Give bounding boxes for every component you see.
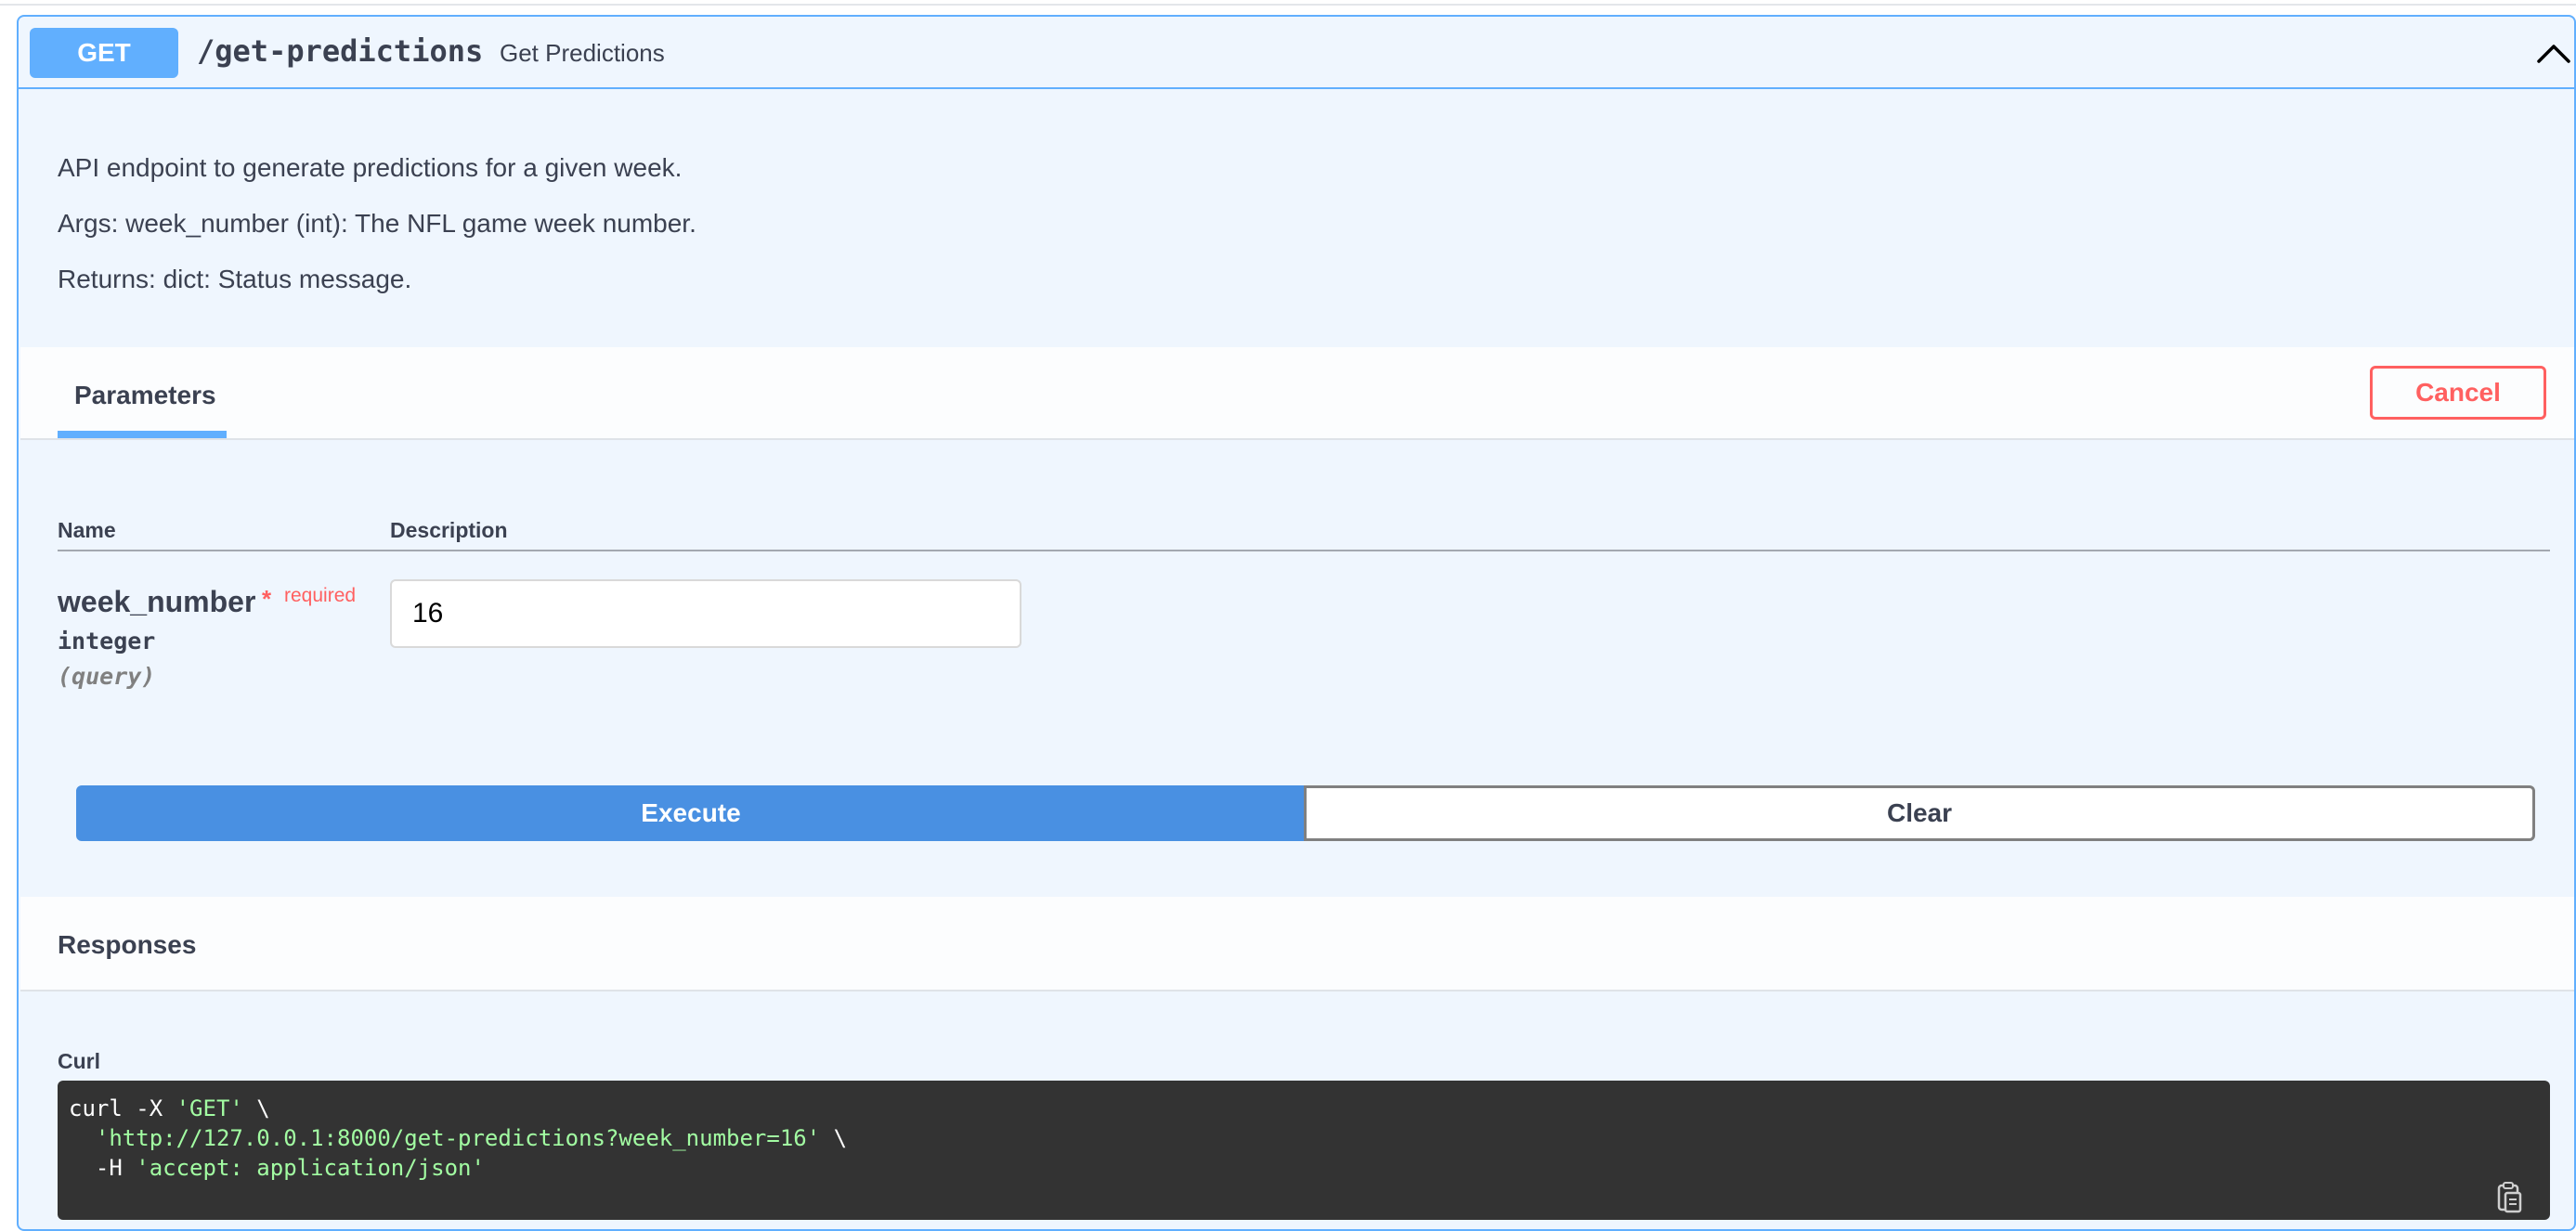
operation-summary[interactable]: GET /get-predictions Get Predictions (19, 17, 2574, 89)
clear-button[interactable]: Clear (1304, 785, 2535, 841)
table-header-divider (58, 550, 2550, 551)
curl-string: 'GET' (176, 1095, 243, 1121)
parameter-name: week_number (58, 585, 256, 618)
endpoint-description: API endpoint to generate predictions for… (58, 153, 696, 323)
curl-string: 'http://127.0.0.1:8000/get-predictions?w… (95, 1125, 821, 1151)
responses-header: Responses (20, 897, 2574, 991)
description-line: Returns: dict: Status message. (58, 265, 412, 293)
parameter-type: integer (58, 628, 156, 654)
top-divider (0, 4, 2576, 6)
curl-label: Curl (58, 1049, 100, 1073)
active-tab-indicator (58, 431, 227, 438)
description-line: Args: week_number (int): The NFL game we… (58, 209, 696, 238)
http-method-badge: GET (30, 28, 178, 78)
curl-text: \ (820, 1125, 848, 1151)
tab-parameters-label: Parameters (74, 381, 216, 409)
column-header-description: Description (390, 518, 508, 542)
curl-command-block[interactable]: curl -X 'GET' \ 'http://127.0.0.1:8000/g… (58, 1081, 2550, 1220)
curl-text: curl -X (69, 1095, 176, 1121)
responses-title: Responses (58, 930, 197, 959)
copy-to-clipboard-icon[interactable] (2492, 1181, 2526, 1214)
cancel-button[interactable]: Cancel (2370, 366, 2546, 420)
curl-text (69, 1125, 96, 1151)
required-label: required (284, 585, 357, 606)
curl-text: -H (69, 1155, 137, 1181)
week-number-input[interactable] (390, 579, 1021, 648)
execute-button[interactable]: Execute (76, 785, 1306, 841)
operation-block-get-predictions: GET /get-predictions Get Predictions API… (17, 15, 2576, 1231)
required-star: * (262, 585, 272, 613)
endpoint-path: /get-predictions (197, 33, 484, 69)
description-line: API endpoint to generate predictions for… (58, 153, 683, 182)
chevron-up-icon[interactable] (2533, 35, 2574, 72)
tab-parameters[interactable]: Parameters (58, 347, 227, 438)
curl-text: \ (242, 1095, 270, 1121)
curl-string: 'accept: application/json' (136, 1155, 485, 1181)
column-header-name: Name (58, 518, 116, 542)
parameter-location: (query) (58, 663, 156, 690)
parameters-header: Parameters Cancel (20, 347, 2574, 440)
endpoint-summary: Get Predictions (500, 39, 665, 67)
